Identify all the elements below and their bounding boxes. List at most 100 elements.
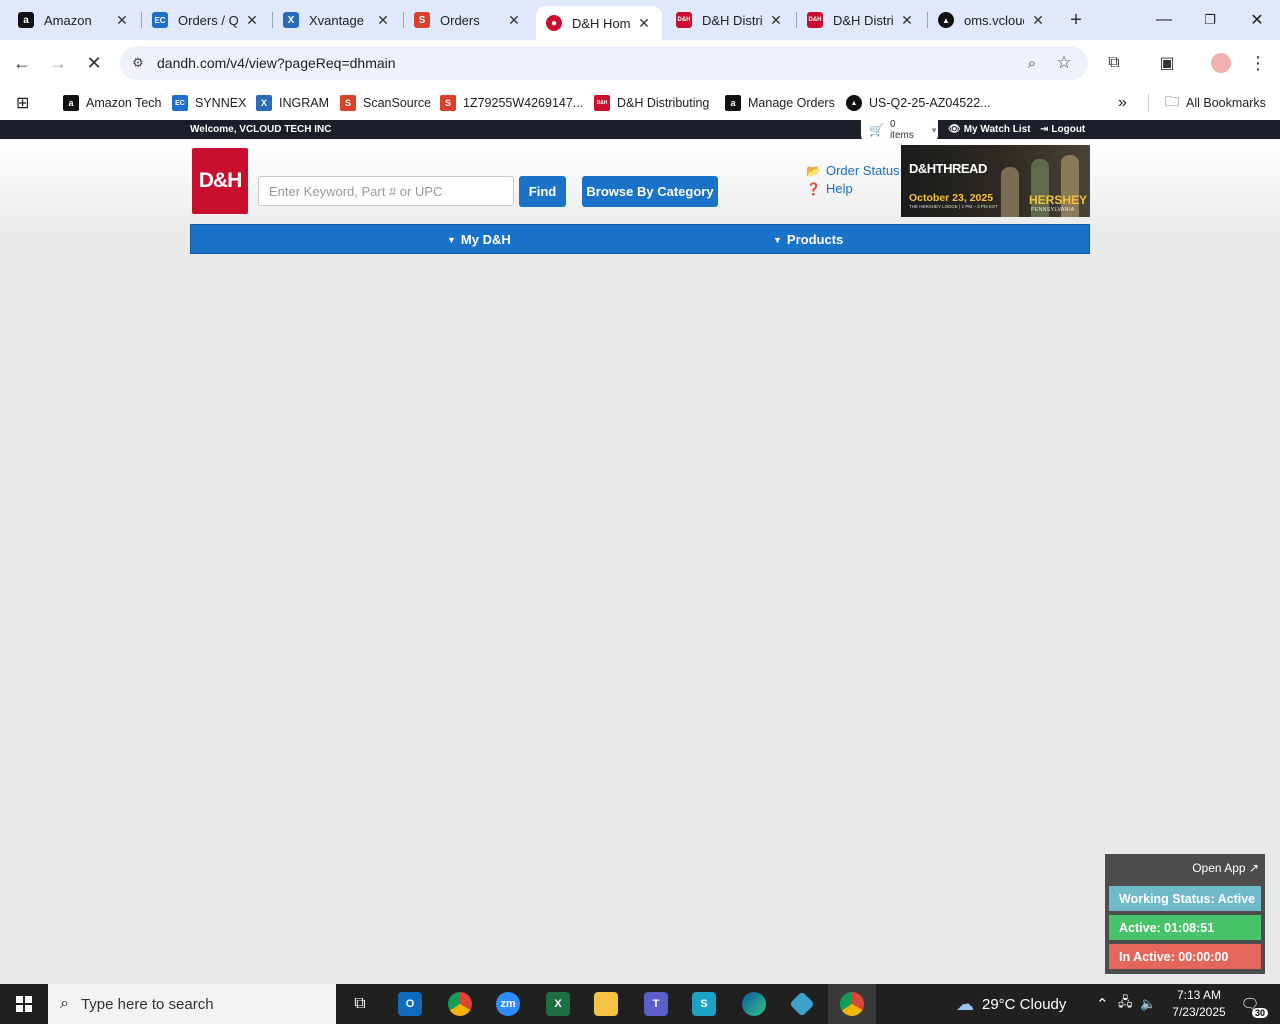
excel-app[interactable]: X bbox=[534, 984, 582, 1024]
caret-down-icon: ▼ bbox=[773, 234, 782, 245]
close-icon[interactable]: ✕ bbox=[768, 12, 784, 28]
volume-icon[interactable]: 🔈 bbox=[1140, 984, 1156, 1024]
notification-center[interactable]: 🗨 30 bbox=[1238, 992, 1268, 1018]
tab-amazon[interactable]: a Amazon ✕ bbox=[0, 6, 140, 34]
ec-icon: EC bbox=[152, 12, 168, 28]
task-view-icon: ⧉ bbox=[354, 995, 366, 1012]
tab-title: D&H Distrib bbox=[702, 12, 762, 28]
bookmark-synnex[interactable]: EC SYNNEX bbox=[172, 92, 246, 114]
site-settings-icon[interactable]: ⚙ bbox=[128, 53, 148, 73]
weather-widget[interactable]: ☁ 29°C Cloudy bbox=[956, 984, 1066, 1024]
tab-orders-quotes[interactable]: EC Orders / Quo ✕ bbox=[134, 6, 270, 34]
dh-logo[interactable]: D&H bbox=[192, 148, 248, 214]
back-arrow-icon[interactable]: ← bbox=[8, 49, 36, 77]
active-timer: Active: 01:08:51 bbox=[1109, 915, 1261, 940]
chrome-profile-app[interactable] bbox=[828, 984, 876, 1024]
help-link[interactable]: ❓ Help bbox=[806, 181, 853, 196]
file-explorer-app[interactable] bbox=[582, 984, 630, 1024]
task-view-button[interactable]: ⧉ bbox=[336, 984, 384, 1024]
stop-loading-icon[interactable]: ✕ bbox=[80, 49, 108, 77]
tab-xvantage[interactable]: X Xvantage ✕ bbox=[265, 6, 401, 34]
tab-dh-distributing-2[interactable]: D&H D&H Distrib ✕ bbox=[789, 6, 925, 34]
tab-dh-distributing[interactable]: D&H D&H Distrib ✕ bbox=[658, 6, 794, 34]
chrome-app[interactable] bbox=[436, 984, 484, 1024]
zoom-app[interactable]: zm bbox=[484, 984, 532, 1024]
app-s[interactable]: S bbox=[680, 984, 728, 1024]
tab-oms-vcloud[interactable]: ▲ oms.vcloud ✕ bbox=[920, 6, 1056, 34]
logout-link[interactable]: ⇥ Logout bbox=[1040, 124, 1085, 135]
search-input[interactable] bbox=[258, 176, 514, 206]
tab-bar: a Amazon ✕ EC Orders / Quo ✕ X Xvantage … bbox=[0, 0, 1280, 40]
caret-down-icon: ▼ bbox=[447, 234, 456, 245]
close-icon[interactable]: ✕ bbox=[636, 15, 652, 31]
minimize-icon[interactable]: — bbox=[1152, 8, 1176, 32]
nav-my-dh[interactable]: ▼ My D&H bbox=[447, 232, 511, 247]
working-status: Working Status: Active bbox=[1109, 886, 1261, 911]
bookmark-ingram[interactable]: X INGRAM bbox=[256, 92, 329, 114]
app-diamond[interactable] bbox=[778, 984, 826, 1024]
forward-arrow-icon[interactable]: → bbox=[44, 49, 72, 77]
menu-icon[interactable]: ⋮ bbox=[1246, 51, 1270, 75]
more-bookmarks-icon[interactable]: » bbox=[1118, 92, 1127, 114]
edge-app[interactable] bbox=[730, 984, 778, 1024]
tab-search-icon[interactable]: ▣ bbox=[1155, 51, 1179, 75]
taskbar: ⌕ Type here to search ⧉ O zm X T S ☁ 29°… bbox=[0, 984, 1280, 1024]
bookmark-amazon-tech[interactable]: a Amazon Tech bbox=[63, 92, 162, 114]
clock[interactable]: 7:13 AM 7/23/2025 bbox=[1160, 987, 1238, 1021]
excel-icon: X bbox=[546, 992, 570, 1016]
ec-icon: EC bbox=[172, 95, 188, 111]
question-circle-icon: ❓ bbox=[806, 181, 821, 196]
close-window-icon[interactable]: ✕ bbox=[1245, 8, 1269, 32]
zoom-icon[interactable]: ⌕ bbox=[1022, 53, 1042, 73]
cart-button[interactable]: 🛒 0 items ▼ bbox=[861, 119, 938, 141]
network-icon[interactable]: 🖧 bbox=[1118, 984, 1133, 1024]
site-header: D&H Find Browse By Category 📂 Order Stat… bbox=[0, 139, 1280, 234]
tab-title: D&H Home bbox=[572, 15, 630, 31]
close-icon[interactable]: ✕ bbox=[114, 12, 130, 28]
apps-grid-icon[interactable]: ⊞ bbox=[16, 92, 29, 114]
new-tab-button[interactable]: + bbox=[1064, 8, 1088, 32]
bookmark-star-icon[interactable]: ☆ bbox=[1054, 53, 1074, 73]
scansource-icon: S bbox=[414, 12, 430, 28]
open-app-link[interactable]: Open App ↗ bbox=[1192, 861, 1259, 875]
scansource-icon: S bbox=[340, 95, 356, 111]
close-icon[interactable]: ✕ bbox=[375, 12, 391, 28]
edge-icon bbox=[742, 992, 766, 1016]
taskbar-search[interactable]: ⌕ Type here to search bbox=[48, 984, 336, 1024]
close-icon[interactable]: ✕ bbox=[1030, 12, 1046, 28]
bookmark-tracking[interactable]: S 1Z79255W4269147... bbox=[440, 92, 583, 114]
dh-thread-banner[interactable]: D&HTHREAD October 23, 2025 THE HERSHEY L… bbox=[901, 145, 1090, 217]
bookmark-scansource[interactable]: S ScanSource bbox=[340, 92, 431, 114]
welcome-text: Welcome, VCLOUD TECH INC bbox=[190, 124, 332, 135]
watch-list-link[interactable]: 👁 My Watch List bbox=[948, 124, 1031, 135]
outlook-app[interactable]: O bbox=[386, 984, 434, 1024]
tab-title: Orders / Quo bbox=[178, 12, 238, 28]
profile-avatar[interactable] bbox=[1209, 51, 1233, 75]
teams-app[interactable]: T bbox=[632, 984, 680, 1024]
sign-out-icon: ⇥ bbox=[1040, 124, 1049, 135]
caret-down-icon: ▼ bbox=[930, 125, 938, 135]
tab-orders[interactable]: S Orders ✕ bbox=[396, 6, 532, 34]
bookmark-dh-distributing[interactable]: D&H D&H Distributing bbox=[594, 92, 709, 114]
order-status-link[interactable]: 📂 Order Status bbox=[806, 163, 900, 178]
find-button[interactable]: Find bbox=[519, 176, 566, 207]
url-text[interactable]: dandh.com/v4/view?pageReq=dhmain bbox=[157, 55, 396, 71]
address-bar[interactable]: ⚙ dandh.com/v4/view?pageReq=dhmain ⌕ ☆ bbox=[120, 46, 1088, 80]
bookmarks-bar: ⊞ a Amazon Tech EC SYNNEX X INGRAM S Sca… bbox=[0, 86, 1280, 120]
close-icon[interactable]: ✕ bbox=[506, 12, 522, 28]
close-icon[interactable]: ✕ bbox=[244, 12, 260, 28]
all-bookmarks[interactable]: 🗀 All Bookmarks bbox=[1165, 92, 1266, 114]
cart-icon: 🛒 bbox=[869, 123, 884, 137]
bookmark-manage-orders[interactable]: a Manage Orders bbox=[725, 92, 835, 114]
close-icon[interactable]: ✕ bbox=[899, 12, 915, 28]
start-button[interactable] bbox=[0, 984, 48, 1024]
tray-overflow-icon[interactable]: ⌃ bbox=[1096, 984, 1109, 1024]
nav-products[interactable]: ▼ Products bbox=[773, 232, 843, 247]
diamond-icon bbox=[789, 991, 815, 1017]
restore-icon[interactable]: ❐ bbox=[1198, 8, 1222, 32]
browse-category-button[interactable]: Browse By Category bbox=[582, 176, 718, 207]
bookmark-us-q2[interactable]: ▲ US-Q2-25-AZ04522... bbox=[846, 92, 991, 114]
chrome-icon bbox=[840, 992, 864, 1016]
tab-dh-home[interactable]: ● D&H Home ✕ bbox=[536, 6, 662, 40]
extensions-icon[interactable]: ⧉ bbox=[1102, 51, 1126, 75]
